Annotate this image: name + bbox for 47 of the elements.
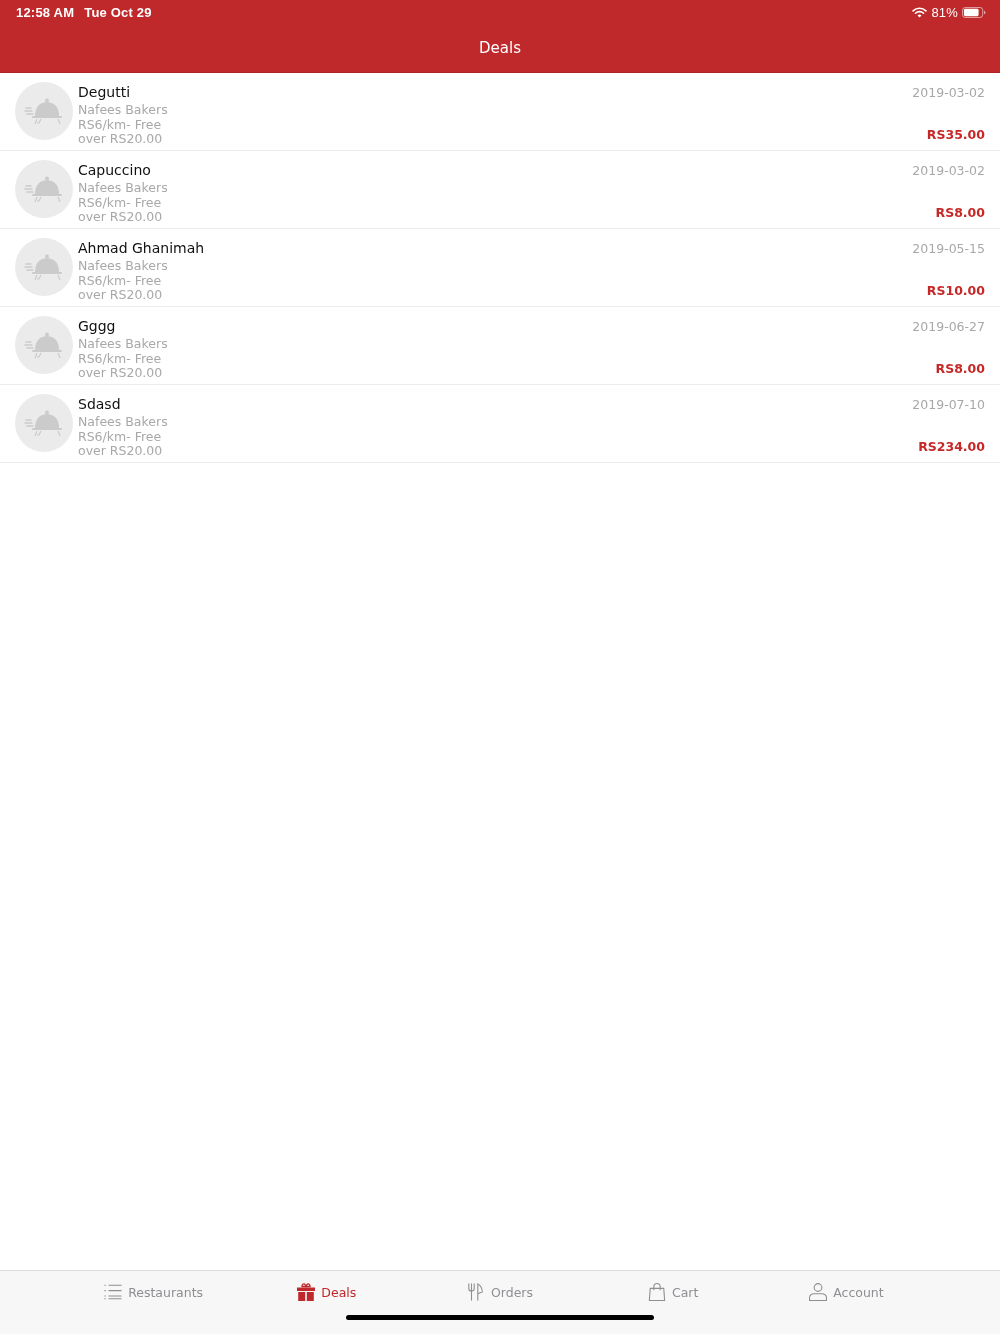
list-icon xyxy=(104,1283,123,1301)
gift-icon xyxy=(297,1283,316,1301)
deal-date: 2019-07-10 xyxy=(912,397,985,413)
fork-knife-icon xyxy=(467,1283,485,1301)
delivery-fee: RS6/km- Free over RS20.00 xyxy=(78,273,164,303)
cloche-icon xyxy=(15,316,73,374)
wifi-icon xyxy=(912,6,928,18)
deal-title: Ahmad Ghanimah xyxy=(78,239,205,257)
deal-row[interactable]: Gggg Nafees Bakers RS6/km- Free over RS20.00 2019-06-27 RS8.00 xyxy=(0,307,1000,385)
deal-row[interactable]: Capuccino Nafees Bakers RS6/km- Free over RS20.00 2019-03-02 RS8.00 xyxy=(0,151,1000,229)
deal-price: RS8.00 xyxy=(935,205,985,221)
cloche-icon xyxy=(15,160,73,218)
restaurant-name: Nafees Bakers xyxy=(78,259,168,274)
nav-title: Deals xyxy=(479,39,521,57)
battery-percent: 81% xyxy=(931,4,958,20)
battery-icon xyxy=(962,6,986,18)
delivery-fee: RS6/km- Free over RS20.00 xyxy=(78,117,164,147)
deal-title: Sdasd xyxy=(78,395,121,413)
delivery-fee: RS6/km- Free over RS20.00 xyxy=(78,195,164,225)
deal-date: 2019-06-27 xyxy=(912,319,985,335)
deal-price: RS8.00 xyxy=(935,361,985,377)
deal-row[interactable]: Sdasd Nafees Bakers RS6/km- Free over RS20.00 2019-07-10 RS234.00 xyxy=(0,385,1000,463)
deal-price: RS234.00 xyxy=(918,439,985,455)
cloche-icon xyxy=(15,394,73,452)
deal-date: 2019-03-02 xyxy=(912,163,985,179)
deal-date: 2019-03-02 xyxy=(912,85,985,101)
restaurant-name: Nafees Bakers xyxy=(78,181,168,196)
deal-row[interactable]: Degutti Nafees Bakers RS6/km- Free over RS20.00 2019-03-02 RS35.00 xyxy=(0,73,1000,151)
deal-title: Gggg xyxy=(78,317,116,335)
delivery-fee: RS6/km- Free over RS20.00 xyxy=(78,429,164,459)
person-icon xyxy=(809,1283,828,1301)
status-date: Tue Oct 29 xyxy=(84,4,152,20)
cloche-icon xyxy=(15,82,73,140)
deal-row[interactable]: Ahmad Ghanimah Nafees Bakers RS6/km- Free over RS20.00 2019-05-15 RS10.00 xyxy=(0,229,1000,307)
restaurant-name: Nafees Bakers xyxy=(78,415,168,430)
tab-item[interactable]: Deals xyxy=(297,1283,357,1301)
deal-title: Capuccino xyxy=(78,161,151,179)
cloche-icon xyxy=(15,238,73,296)
status-time: 12:58 AM xyxy=(16,4,75,20)
deal-date: 2019-05-15 xyxy=(912,241,985,257)
deal-price: RS10.00 xyxy=(926,283,985,299)
deal-title: Degutti xyxy=(78,83,131,101)
delivery-fee: RS6/km- Free over RS20.00 xyxy=(78,351,164,381)
restaurant-name: Nafees Bakers xyxy=(78,103,168,118)
deal-price: RS35.00 xyxy=(926,127,985,143)
restaurant-name: Nafees Bakers xyxy=(78,337,168,352)
shopping-bag-icon xyxy=(648,1283,666,1301)
